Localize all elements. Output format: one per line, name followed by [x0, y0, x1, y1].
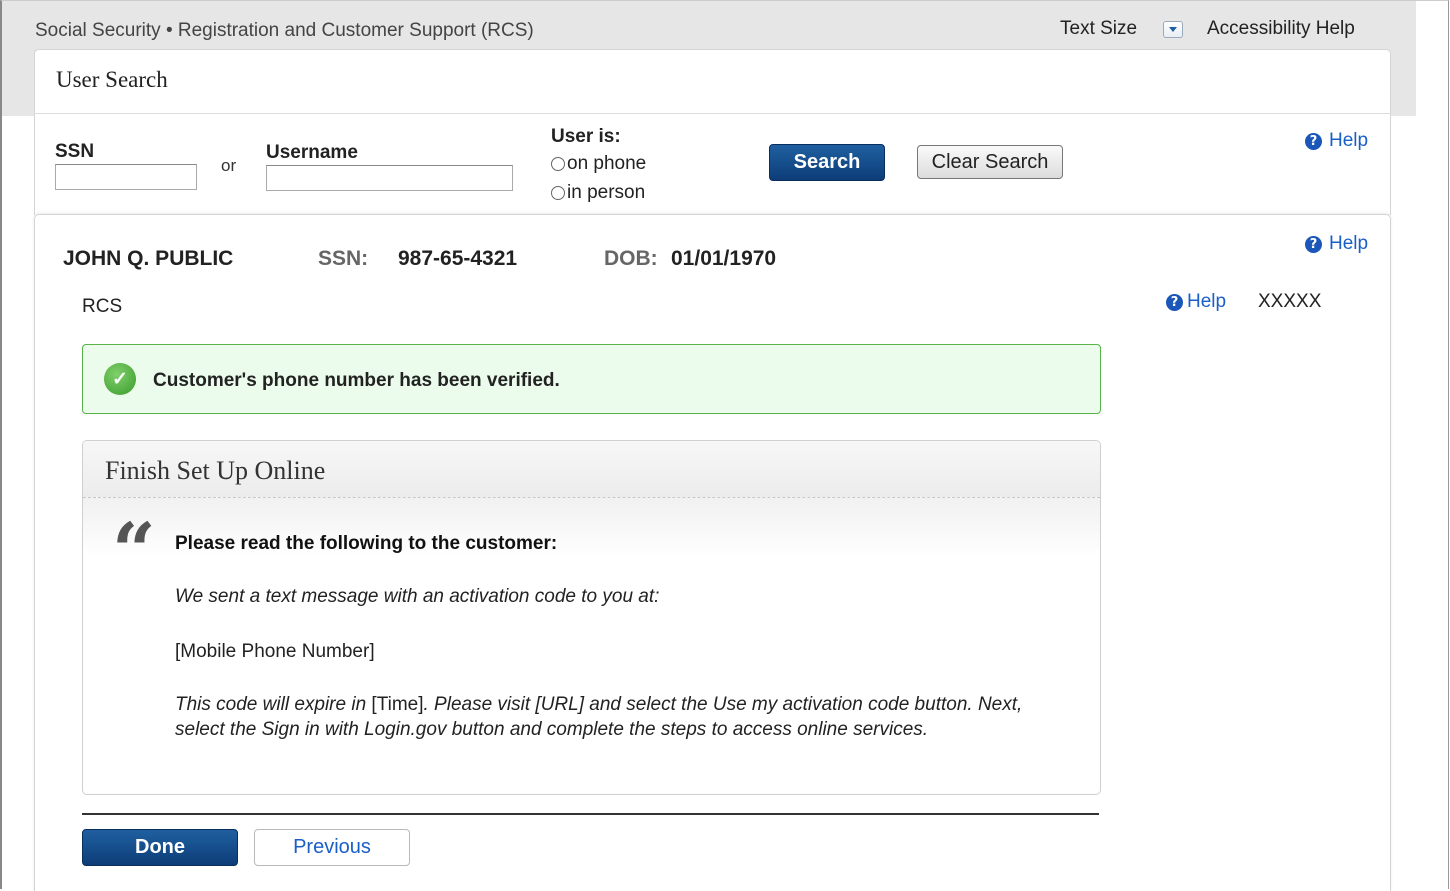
radio-on-phone[interactable]: on phone: [551, 153, 646, 175]
help-icon: ?: [1305, 132, 1322, 150]
text-size-dropdown[interactable]: [1163, 21, 1183, 38]
script-line-1: We sent a text message with an activatio…: [175, 586, 660, 607]
finish-setup-title: Finish Set Up Online: [105, 456, 326, 485]
radio-in-person-label: in person: [567, 182, 646, 203]
radio-in-person[interactable]: in person: [551, 182, 645, 204]
search-help-label: Help: [1329, 130, 1369, 151]
help-icon: ?: [1305, 235, 1322, 253]
rcs-help-label: Help: [1187, 291, 1227, 312]
username-input[interactable]: [266, 165, 513, 191]
script-line-2: [Mobile Phone Number]: [175, 641, 375, 662]
quote-icon: “: [112, 506, 156, 595]
text-size-label: Text Size: [1060, 18, 1138, 39]
clear-search-button[interactable]: Clear Search: [917, 145, 1063, 179]
panel-help-label: Help: [1329, 233, 1369, 254]
actions-divider: [82, 813, 1099, 815]
customer-name: JOHN Q. PUBLIC: [63, 247, 234, 270]
accessibility-help-link[interactable]: Accessibility Help: [1207, 18, 1355, 40]
radio-on-phone-circle[interactable]: [551, 157, 565, 171]
customer-ssn-value: 987-65-4321: [398, 247, 518, 270]
customer-dob-label: DOB:: [604, 247, 658, 270]
help-icon: ?: [1166, 293, 1183, 311]
finish-setup-header: Finish Set Up Online: [83, 441, 1100, 498]
script-line-3-time: [Time]: [371, 694, 424, 715]
search-help-link[interactable]: ? Help: [1305, 130, 1368, 152]
or-label: or: [221, 156, 237, 175]
success-alert: ✓ Customer's phone number has been verif…: [82, 344, 1101, 414]
search-form: SSN or Username User is: on phone in per…: [34, 113, 1391, 215]
customer-dob-value: 01/01/1970: [671, 247, 777, 270]
user-search-title: User Search: [56, 67, 168, 92]
panel-help-link[interactable]: ? Help: [1305, 233, 1368, 255]
script-line-3-part1: This code will expire in: [175, 694, 372, 715]
radio-in-person-circle[interactable]: [551, 186, 565, 200]
done-button[interactable]: Done: [82, 829, 238, 866]
ssn-input[interactable]: [55, 164, 197, 190]
code-placeholder: XXXXX: [1258, 291, 1322, 312]
user-search-card: User Search: [34, 49, 1391, 114]
user-is-label: User is:: [551, 126, 621, 147]
rcs-help-link[interactable]: ? Help: [1166, 291, 1226, 313]
radio-on-phone-label: on phone: [567, 153, 647, 174]
checkmark-icon: ✓: [104, 363, 136, 395]
app-title: Social Security • Registration and Custo…: [35, 20, 534, 41]
username-label: Username: [266, 142, 358, 163]
customer-ssn-label: SSN:: [318, 247, 369, 270]
ssn-label: SSN: [55, 141, 95, 162]
section-label: RCS: [82, 296, 123, 317]
success-message: Customer's phone number has been verifie…: [153, 370, 560, 391]
script-line-3: This code will expire in [Time]. Please …: [175, 692, 1075, 742]
search-button[interactable]: Search: [769, 144, 885, 181]
previous-button[interactable]: Previous: [254, 829, 410, 866]
read-instruction-heading: Please read the following to the custome…: [175, 533, 558, 554]
finish-setup-panel: Finish Set Up Online “ Please read the f…: [82, 440, 1101, 795]
